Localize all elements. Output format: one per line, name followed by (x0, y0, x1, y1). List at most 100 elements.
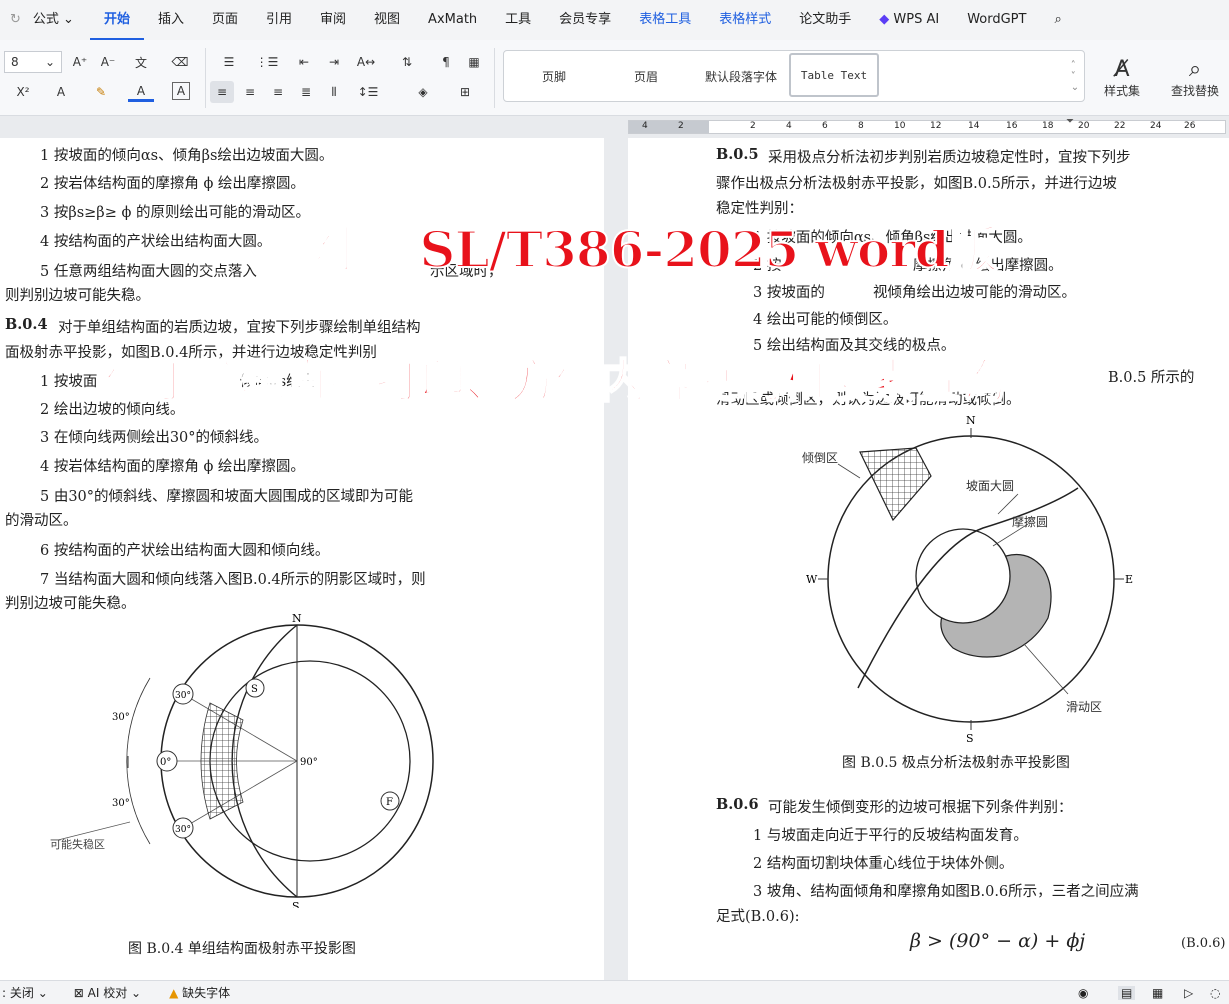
left-line-4: 4 按结构面的产状绘出结构面大圆。 (40, 234, 272, 250)
formula-dropdown[interactable]: 公式 ⌄ (27, 0, 90, 40)
ruler-number: 24 (1150, 121, 1162, 131)
tab-wps-ai[interactable]: ◆ WPS AI (865, 0, 953, 40)
char-scale-icon[interactable]: A↔ (354, 52, 378, 72)
tab-start[interactable]: 开始 (89, 0, 144, 40)
outdent-icon[interactable]: ⇤ (294, 52, 314, 72)
left-line-6: 则判别边坡可能失稳。 (5, 288, 150, 304)
clause-b06-number: B.0.6 (716, 796, 759, 813)
east-label: E (1125, 573, 1133, 586)
tab-insert[interactable]: 插入 (144, 0, 198, 40)
tab-wordgpt[interactable]: WordGPT (953, 0, 1040, 40)
tab-table-style[interactable]: 表格样式 (705, 0, 785, 40)
web-view-icon[interactable]: ◌ (1210, 986, 1220, 1000)
ruler-number: 22 (1114, 121, 1126, 131)
deg30-top-label: 30° (175, 691, 191, 701)
tab-review[interactable]: 审阅 (306, 0, 360, 40)
figure-b05-caption: 图 B.0.5 极点分析法极射赤平投影图 (842, 755, 1070, 771)
align-left-icon[interactable]: ≡ (210, 81, 234, 103)
angle-arc (126, 677, 151, 845)
status-bar: : 关闭 ⌄ ⊠ AI 校对 ⌄ ▲ 缺失字体 ◉ ▤ ▦ ▷ ◌ (0, 980, 1229, 1004)
indent-icon[interactable]: ⇥ (324, 52, 344, 72)
unstable-zone-label: 可能失稳区 (50, 837, 105, 851)
font-color-icon[interactable]: A (128, 82, 154, 102)
play-icon[interactable]: ▷ (1184, 986, 1193, 1000)
align-right-icon[interactable]: ≡ (268, 82, 288, 102)
figure-b05: N S W E 倾倒区 坡面大圆 摩擦圆 滑动区 (802, 414, 1133, 745)
left-line-3: 3 按βs≥β≥ ϕ 的原则绘出可能的滑动区。 (40, 205, 310, 221)
page-view-icon[interactable]: ▤ (1118, 985, 1136, 1000)
shading-icon[interactable]: ◈ (410, 82, 436, 102)
line-spacing-icon[interactable]: ↕☰ (354, 82, 382, 102)
ruler-number: 4 (642, 121, 648, 131)
shrink-font-icon[interactable]: A⁻ (98, 52, 118, 72)
style-header[interactable]: 页眉 (616, 65, 676, 87)
slide-zone-label: 滑动区 (1066, 700, 1102, 714)
style-default-para[interactable]: 默认段落字体 (698, 65, 784, 87)
highlight-icon[interactable]: ✎ (88, 82, 114, 102)
ai-check-button[interactable]: ⊠ AI 校对 ⌄ (74, 984, 141, 1001)
style-gallery: 页脚 页眉 默认段落字体 Table Text ˄ ˅ ⌄ (503, 50, 1085, 102)
tab-view[interactable]: 视图 (360, 0, 414, 40)
ruler-number: 8 (858, 121, 864, 131)
redo-icon[interactable]: ↻ (0, 0, 27, 40)
step-6: 6 按结构面的产状绘出结构面大圆和倾向线。 (40, 543, 330, 559)
eraser-icon[interactable]: ⌫ (170, 52, 190, 72)
sort-icon[interactable]: ⇅ (396, 52, 418, 72)
ruler-number: 10 (894, 121, 906, 131)
angle-30-bottom: 30° (112, 798, 130, 809)
indent-marker-icon[interactable]: ⏷ (1066, 116, 1078, 136)
tab-paper[interactable]: 论文助手 (785, 0, 865, 40)
tab-member[interactable]: 会员专享 (545, 0, 625, 40)
table-grid-icon[interactable]: ▦ (464, 52, 484, 72)
border-icon[interactable]: ⊞ (452, 82, 478, 102)
angle-30-top: 30° (112, 712, 130, 723)
clause-b04-text: 对于单组结构面的岩质边坡，宜按下列步骤绘制单组结构 (58, 320, 421, 336)
promo-banner-line-1: 附赠 SL/T386-2025 word版 (304, 219, 1000, 280)
bullet-list-icon[interactable]: ☰ (216, 52, 242, 72)
close-status[interactable]: : 关闭 ⌄ (2, 984, 48, 1001)
ruler-number: 4 (786, 121, 792, 131)
left-line-5: 5 任意两组结构面大圆的交点落入 (40, 264, 257, 280)
friction-circle (915, 528, 1011, 624)
grow-font-icon[interactable]: A⁺ (70, 52, 90, 72)
superscript-icon[interactable]: X² (8, 82, 38, 102)
eye-icon[interactable]: ◉ (1078, 986, 1088, 1000)
tab-page[interactable]: 页面 (198, 0, 252, 40)
font-size-select[interactable]: 8 ⌄ (4, 51, 62, 73)
ribbon: 8 ⌄ A⁺ A⁻ 文 ⌫ X² A ✎ A A ☰ ⋮☰ ⇤ ⇥ A↔ ⇅ ¶ … (0, 40, 1229, 116)
find-replace-button[interactable]: ⌕ 查找替换 (1165, 50, 1225, 106)
unstable-zone (200, 702, 244, 820)
ruler-number: 2 (678, 121, 684, 131)
style-table-text[interactable]: Table Text (789, 53, 879, 97)
gallery-scroll-icon[interactable]: ˄ ˅ ⌄ (1068, 53, 1082, 99)
align-center-icon[interactable]: ≡ (240, 82, 260, 102)
style-footer[interactable]: 页脚 (524, 65, 584, 87)
numbered-list-icon[interactable]: ⋮☰ (254, 52, 280, 72)
justify-icon[interactable]: ≣ (296, 82, 316, 102)
horizontal-ruler[interactable]: 4 2 2 4 6 8 10 12 14 16 18 20 22 24 26 ⏷ (0, 116, 1229, 138)
search-icon[interactable]: ⌕ (1040, 0, 1075, 40)
outline-view-icon[interactable]: ▦ (1152, 986, 1163, 1000)
left-line-1: 1 按坡面的倾向αs、倾角βs绘出边坡面大圆。 (40, 148, 334, 164)
step-3: 3 在倾向线两侧绘出30°的倾斜线。 (40, 430, 269, 446)
south-label: S (966, 732, 974, 745)
tab-table-tools[interactable]: 表格工具 (625, 0, 705, 40)
distribute-icon[interactable]: ⫴ (324, 82, 344, 102)
char-border-icon[interactable]: A (172, 82, 190, 100)
divider (494, 48, 495, 108)
north-label: N (292, 612, 302, 625)
left-line-2: 2 按岩体结构面的摩擦角 ϕ 绘出摩擦圆。 (40, 176, 305, 192)
tab-tools[interactable]: 工具 (491, 0, 545, 40)
clause-b05-text: 采用极点分析法初步判别岩质边坡稳定性时，宜按下列步 (768, 150, 1131, 166)
missing-font-button[interactable]: ▲ 缺失字体 (169, 984, 230, 1001)
style-set-button[interactable]: A̸ 样式集 (1092, 50, 1152, 106)
phonetic-icon[interactable]: 文 (128, 52, 154, 72)
tab-axmath[interactable]: AxMath (414, 0, 491, 40)
text-effect-icon[interactable]: A (48, 82, 74, 102)
ai-check-icon: ⊠ (73, 986, 84, 1000)
right-step-3: 3 按坡面的 (753, 285, 825, 301)
condition-1: 1 与坡面走向近于平行的反坡结构面发育。 (753, 828, 1028, 844)
step-5b: 的滑动区。 (5, 513, 78, 529)
show-marks-icon[interactable]: ¶ (436, 52, 456, 72)
tab-reference[interactable]: 引用 (252, 0, 306, 40)
